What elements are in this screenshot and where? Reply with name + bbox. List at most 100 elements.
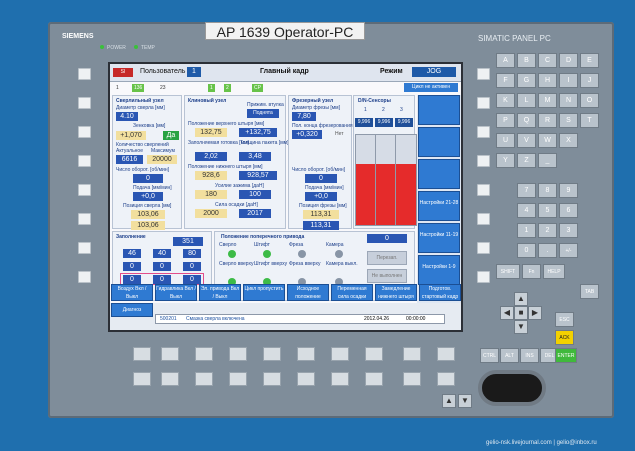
fkey-10[interactable] <box>437 347 455 361</box>
key-0[interactable]: 0 <box>517 243 536 258</box>
key-h[interactable]: H <box>538 73 557 88</box>
softkey-right-4[interactable] <box>477 155 490 167</box>
key-ins[interactable]: INS <box>520 348 539 363</box>
fkey-17[interactable] <box>331 372 349 386</box>
key-y[interactable]: Y <box>496 153 515 168</box>
key-underscore[interactable]: _ <box>538 153 557 168</box>
settings-21-28-button[interactable]: Настройки 21-28 <box>418 191 460 221</box>
air-button[interactable]: Воздух Вкл / Выкл <box>111 284 153 301</box>
mill-dia[interactable]: 7,80 <box>292 112 316 121</box>
key-l[interactable]: L <box>517 93 536 108</box>
key-1[interactable]: 1 <box>517 223 536 238</box>
key-z[interactable]: Z <box>517 153 536 168</box>
softkey-right-5[interactable] <box>477 184 490 196</box>
fkey-1[interactable] <box>133 347 151 361</box>
not-done-button[interactable]: Не выполнен <box>367 269 407 283</box>
key-n[interactable]: N <box>559 93 578 108</box>
key-ctrl[interactable]: CTRL <box>480 348 499 363</box>
key-2[interactable]: 2 <box>538 223 557 238</box>
softkey-right-7[interactable] <box>477 242 490 254</box>
key-9[interactable]: 9 <box>559 183 578 198</box>
scroll-down-icon[interactable]: ▼ <box>458 394 472 408</box>
key-tab[interactable]: TAB <box>580 284 599 299</box>
key-p[interactable]: P <box>496 113 515 128</box>
right-btn-2[interactable] <box>418 127 460 157</box>
key-alt[interactable]: ALT <box>500 348 519 363</box>
diagnosis-button[interactable]: Диагноз <box>111 303 153 317</box>
arrow-up-icon[interactable]: ▲ <box>514 292 528 306</box>
key-m[interactable]: M <box>538 93 557 108</box>
settings-1-9-button[interactable]: Настройки 1-9 <box>418 255 460 285</box>
key-enter[interactable]: ENTER <box>555 348 577 363</box>
softkey-left-7[interactable] <box>78 242 91 254</box>
prep-start-button[interactable]: Подготов. стартовый кадр <box>419 284 461 301</box>
key-e[interactable]: E <box>580 53 599 68</box>
key-f[interactable]: F <box>496 73 515 88</box>
lower-pin-slow-button[interactable]: Замедление нижнего штыря <box>375 284 417 301</box>
arrow-center-icon[interactable]: ■ <box>514 306 528 320</box>
key-d[interactable]: D <box>559 53 578 68</box>
right-btn-1[interactable] <box>418 95 460 125</box>
fkey-18[interactable] <box>365 372 383 386</box>
fkey-8[interactable] <box>365 347 383 361</box>
key-a[interactable]: A <box>496 53 515 68</box>
key-o[interactable]: O <box>580 93 599 108</box>
key-plusminus[interactable]: +/- <box>559 243 578 258</box>
softkey-left-8[interactable] <box>78 271 91 283</box>
fkey-12[interactable] <box>161 372 179 386</box>
softkey-left-6[interactable] <box>78 213 91 225</box>
key-x[interactable]: X <box>559 133 578 148</box>
key-g[interactable]: G <box>517 73 536 88</box>
user-value[interactable]: 1 <box>187 67 201 77</box>
key-help[interactable]: HELP <box>543 264 565 279</box>
key-shift[interactable]: SHIFT <box>496 264 520 279</box>
mode-value[interactable]: JOG <box>412 67 456 77</box>
fkey-15[interactable] <box>263 372 281 386</box>
right-btn-3[interactable] <box>418 159 460 189</box>
fkey-16[interactable] <box>297 372 315 386</box>
drill-yes[interactable]: Да <box>163 131 179 140</box>
key-k[interactable]: K <box>496 93 515 108</box>
fkey-5[interactable] <box>263 347 281 361</box>
fkey-4[interactable] <box>229 347 247 361</box>
softkey-right-2[interactable] <box>477 97 490 109</box>
softkey-left-4[interactable] <box>78 155 91 167</box>
restart-button[interactable]: Перезап. <box>367 251 407 265</box>
key-3[interactable]: 3 <box>559 223 578 238</box>
drives-button[interactable]: Эл. привода Вкл / Выкл <box>199 284 241 301</box>
key-8[interactable]: 8 <box>538 183 557 198</box>
home-position-button[interactable]: Исходное положение <box>287 284 329 301</box>
key-t[interactable]: T <box>580 113 599 128</box>
fkey-6[interactable] <box>297 347 315 361</box>
softkey-right-6[interactable] <box>477 213 490 225</box>
arrow-right-icon[interactable]: ▶ <box>528 306 542 320</box>
fkey-2[interactable] <box>161 347 179 361</box>
key-dot[interactable]: . <box>538 243 557 258</box>
cycle-skip-button[interactable]: Цикл пропустить <box>243 284 285 301</box>
key-esc[interactable]: ESC <box>555 312 574 327</box>
softkey-left-5[interactable] <box>78 184 91 196</box>
key-u[interactable]: U <box>496 133 515 148</box>
key-fn[interactable]: Fn <box>522 264 541 279</box>
key-r[interactable]: R <box>538 113 557 128</box>
fkey-19[interactable] <box>403 372 421 386</box>
fkey-13[interactable] <box>195 372 213 386</box>
key-ack[interactable]: ACK <box>555 330 574 345</box>
key-i[interactable]: I <box>559 73 578 88</box>
fkey-11[interactable] <box>133 372 151 386</box>
softkey-left-1[interactable] <box>78 68 91 80</box>
fkey-3[interactable] <box>195 347 213 361</box>
key-6[interactable]: 6 <box>559 203 578 218</box>
key-b[interactable]: B <box>517 53 536 68</box>
fkey-9[interactable] <box>403 347 421 361</box>
key-q[interactable]: Q <box>517 113 536 128</box>
fkey-20[interactable] <box>437 372 455 386</box>
key-j[interactable]: J <box>580 73 599 88</box>
key-s[interactable]: S <box>559 113 578 128</box>
softkey-left-2[interactable] <box>78 97 91 109</box>
settings-11-19-button[interactable]: Настройки 11-19 <box>418 223 460 253</box>
arrow-left-icon[interactable]: ◀ <box>500 306 514 320</box>
softkey-right-3[interactable] <box>477 126 490 138</box>
fkey-7[interactable] <box>331 347 349 361</box>
variable-force-button[interactable]: Переменная сила осадки <box>331 284 373 301</box>
